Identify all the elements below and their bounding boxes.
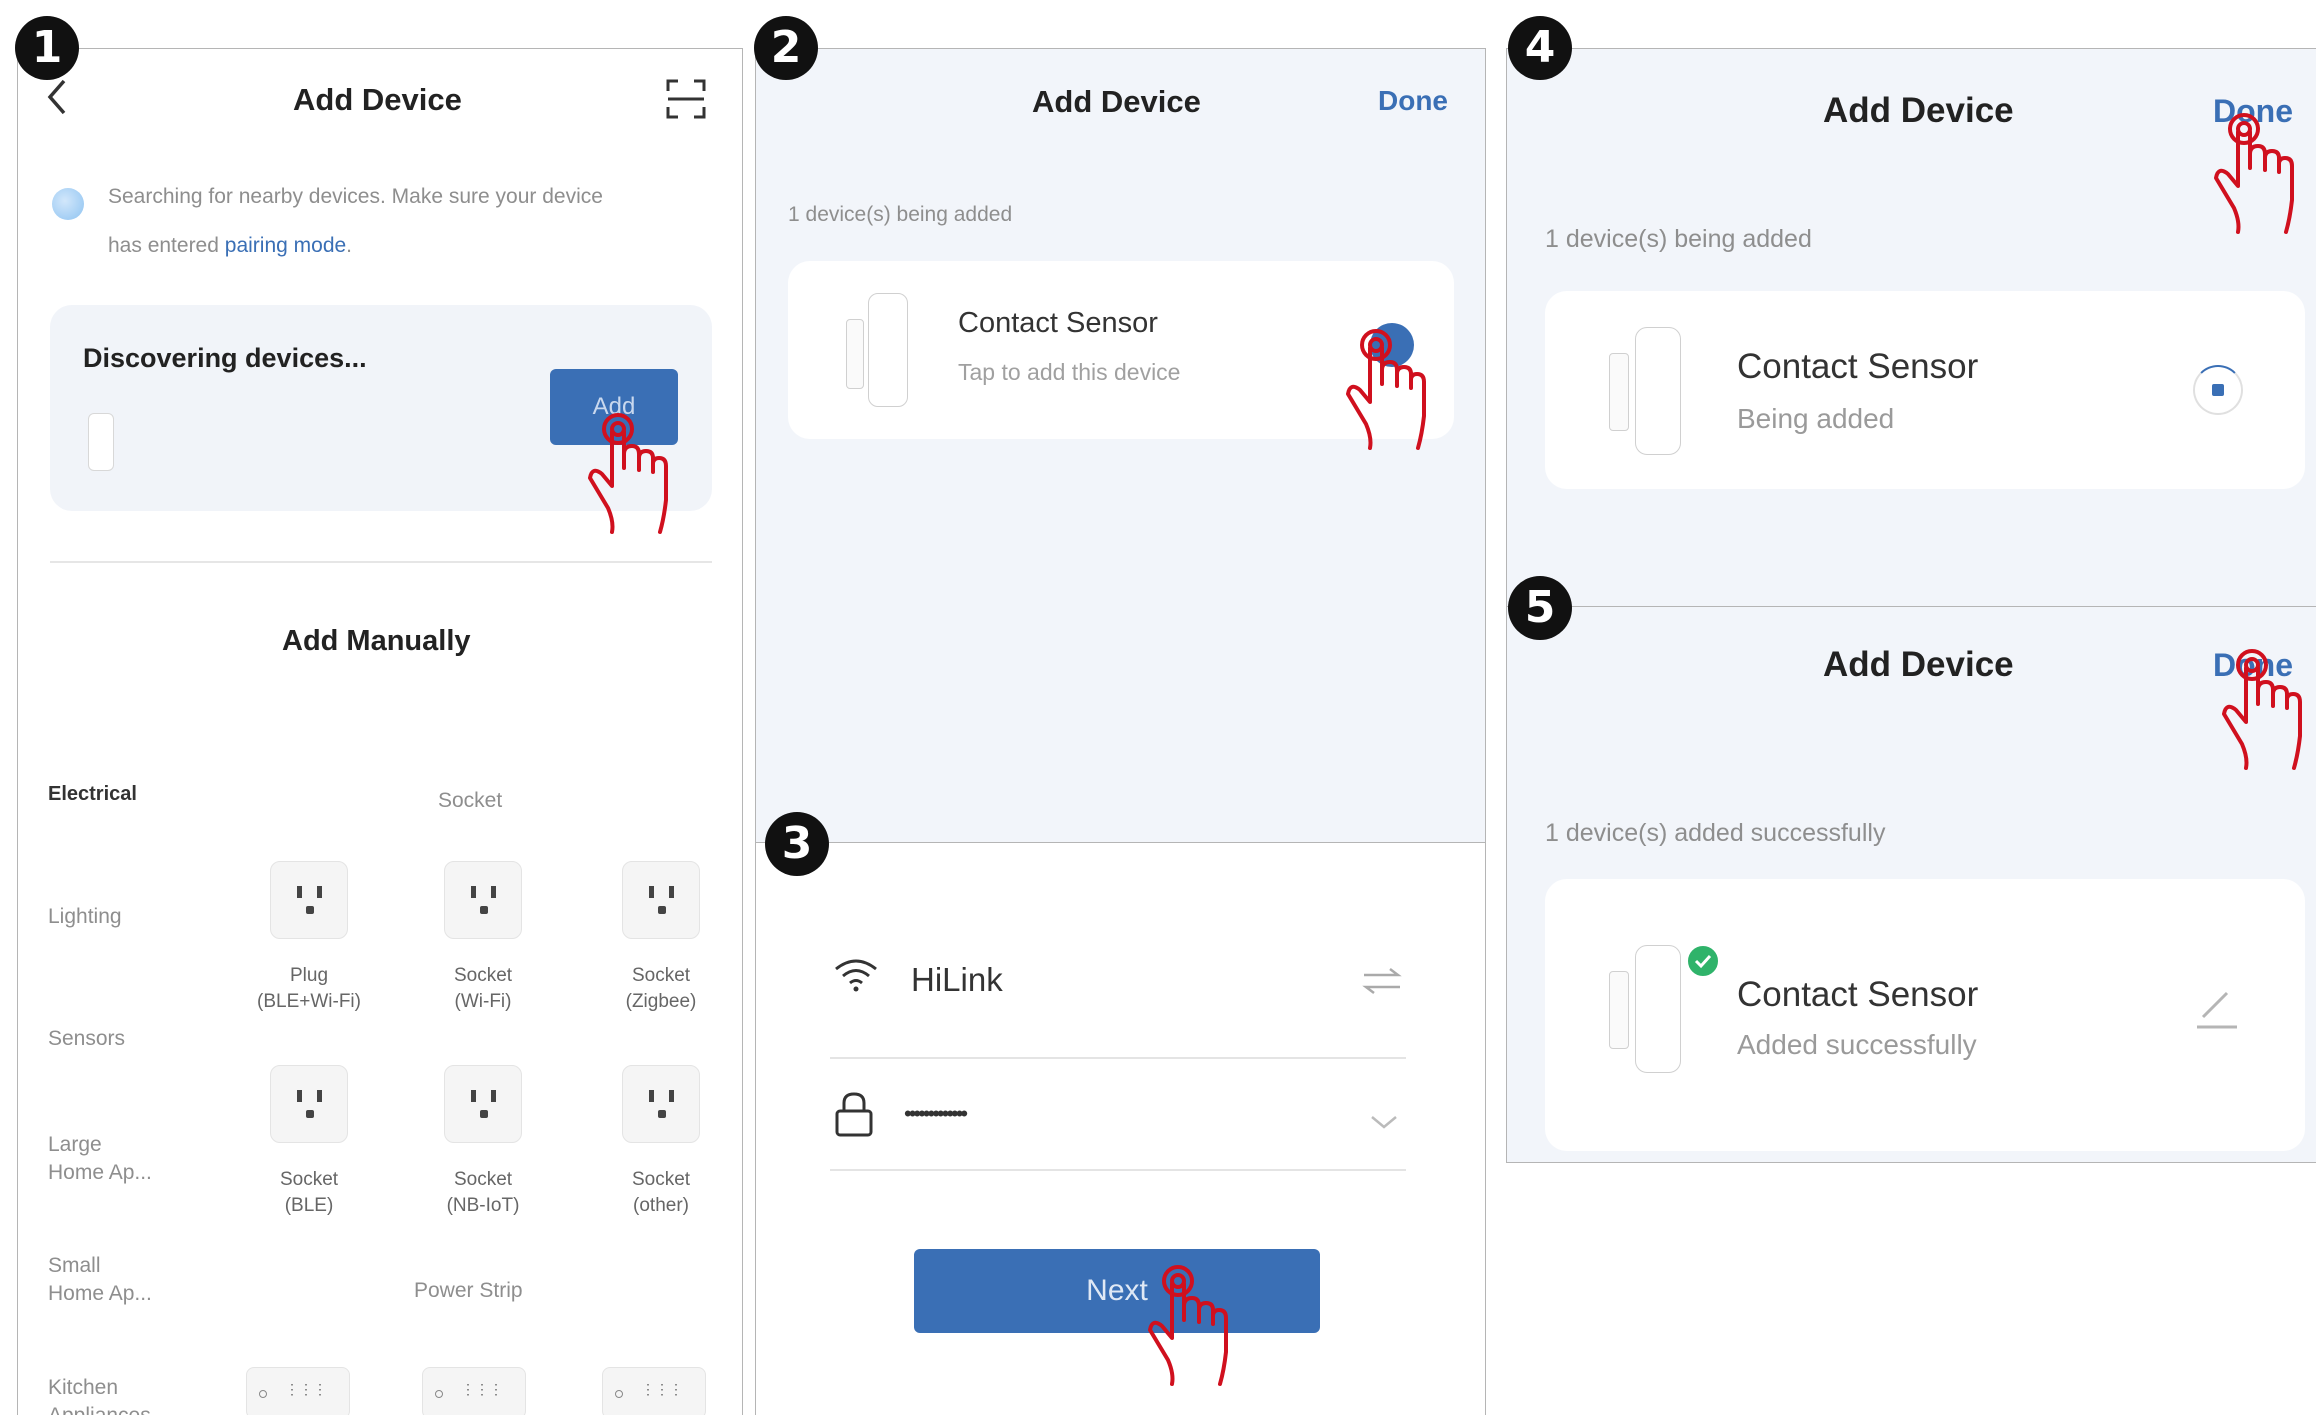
device-count-text: 1 device(s) being added	[788, 203, 1013, 226]
panel-step-5: Add Device Done 1 device(s) added succes…	[1506, 606, 2316, 1163]
power-strip-icon[interactable]: ⋮⋮⋮	[246, 1367, 350, 1415]
page-title: Add Device	[1823, 645, 2014, 684]
device-status: Added successfully	[1737, 1029, 1977, 1060]
tile-label-line1: Plug	[289, 965, 329, 986]
pointer-hand-icon	[1144, 1256, 1234, 1391]
category-lighting[interactable]: Lighting	[48, 905, 122, 929]
tile-label-line2: (NB-IoT)	[446, 1195, 520, 1216]
device-subtitle: Tap to add this device	[958, 359, 1181, 385]
tile-label-line1: Socket	[453, 965, 513, 986]
page-title: Add Device	[1823, 91, 2014, 130]
divider	[50, 561, 712, 563]
panel-step-3: HiLink ••••••••••••• Next	[755, 842, 1486, 1415]
power-strip-icon[interactable]: ⋮⋮⋮	[422, 1367, 526, 1415]
category-large-home[interactable]: Large Home Ap...	[48, 1131, 152, 1187]
divider	[830, 1169, 1406, 1171]
step-badge-3: 3	[765, 812, 829, 876]
add-manually-title: Add Manually	[282, 625, 471, 657]
device-name: Contact Sensor	[1737, 975, 1979, 1014]
wifi-name[interactable]: HiLink	[911, 961, 1003, 999]
pointer-hand-icon	[2218, 640, 2308, 775]
tile-label-line1: Socket	[279, 1169, 339, 1190]
sensor-thumbnail[interactable]	[88, 413, 114, 471]
bluetooth-dot-icon	[52, 188, 84, 220]
pointer-hand-icon	[584, 404, 674, 539]
device-tile-socket-ble[interactable]: Socket (BLE)	[244, 1065, 374, 1217]
socket-icon	[622, 1065, 700, 1143]
wifi-icon	[834, 957, 878, 998]
tile-label-line1: Socket	[631, 1169, 691, 1190]
pointer-hand-icon	[2210, 104, 2300, 239]
socket-icon	[622, 861, 700, 939]
tile-label-line2: (BLE+Wi-Fi)	[257, 991, 361, 1012]
device-card: Contact Sensor Added successfully	[1545, 879, 2305, 1151]
pointer-hand-icon	[1342, 320, 1432, 455]
lock-icon	[834, 1091, 874, 1142]
step-badge-1: 1	[15, 16, 79, 80]
device-tile-plug-ble-wifi[interactable]: Plug (BLE+Wi-Fi)	[244, 861, 374, 1013]
device-name: Contact Sensor	[958, 307, 1158, 339]
back-arrow-icon[interactable]	[46, 79, 68, 120]
panel-step-1: Add Device Searching for nearby devices.…	[17, 48, 743, 1415]
category-small-home[interactable]: Small Home Ap...	[48, 1252, 152, 1308]
category-sensors[interactable]: Sensors	[48, 1027, 125, 1051]
tile-label-line1: Socket	[453, 1169, 513, 1190]
power-strip-icon[interactable]: ⋮⋮⋮	[602, 1367, 706, 1415]
device-count-text: 1 device(s) added successfully	[1545, 819, 1886, 847]
next-button[interactable]: Next	[914, 1249, 1320, 1333]
check-icon	[1685, 943, 1721, 979]
socket-icon	[270, 861, 348, 939]
tile-label-line2: (Wi-Fi)	[454, 991, 512, 1012]
device-name: Contact Sensor	[1737, 347, 1979, 386]
tile-label-line2: (BLE)	[284, 1195, 334, 1216]
step-badge-2: 2	[754, 16, 818, 80]
page-title: Add Device	[293, 82, 462, 117]
device-tile-socket-other[interactable]: Socket (other)	[596, 1065, 726, 1217]
search-hint-line1: Searching for nearby devices. Make sure …	[108, 185, 603, 208]
socket-header: Socket	[438, 789, 503, 812]
device-count-text: 1 device(s) being added	[1545, 225, 1812, 253]
category-kitchen[interactable]: Kitchen Appliances	[48, 1374, 151, 1415]
chevron-down-icon[interactable]	[1370, 1115, 1398, 1134]
password-field[interactable]: •••••••••••••	[904, 1101, 968, 1127]
pairing-mode-link[interactable]: pairing mode	[225, 234, 346, 257]
device-tile-socket-zigbee[interactable]: Socket (Zigbee)	[596, 861, 726, 1013]
switch-network-icon[interactable]	[1362, 967, 1402, 1000]
socket-icon	[444, 861, 522, 939]
device-tile-socket-wifi[interactable]: Socket (Wi-Fi)	[418, 861, 548, 1013]
device-status: Being added	[1737, 403, 1895, 434]
socket-icon	[270, 1065, 348, 1143]
page-title: Add Device	[1032, 84, 1201, 119]
scan-icon[interactable]	[666, 79, 706, 124]
tile-label-line2: (Zigbee)	[625, 991, 697, 1012]
edit-icon[interactable]	[2195, 989, 2239, 1034]
category-electrical[interactable]: Electrical	[48, 783, 137, 806]
device-tile-socket-nb-iot[interactable]: Socket (NB-IoT)	[418, 1065, 548, 1217]
tile-label-line1: Socket	[631, 965, 691, 986]
panel-step-4: Add Device Done 1 device(s) being added …	[1506, 48, 2316, 616]
step-badge-5: 5	[1508, 576, 1572, 640]
done-button[interactable]: Done	[1378, 85, 1448, 117]
device-card: Contact Sensor Being added	[1545, 291, 2305, 489]
tile-label-line2: (other)	[633, 1195, 689, 1216]
divider	[830, 1057, 1406, 1059]
power-strip-header: Power Strip	[414, 1279, 523, 1302]
discovering-label: Discovering devices...	[83, 343, 367, 373]
loading-icon	[2193, 365, 2243, 415]
socket-icon	[444, 1065, 522, 1143]
search-hint-line2: has entered pairing mode.	[108, 234, 353, 257]
step-badge-4: 4	[1508, 16, 1572, 80]
